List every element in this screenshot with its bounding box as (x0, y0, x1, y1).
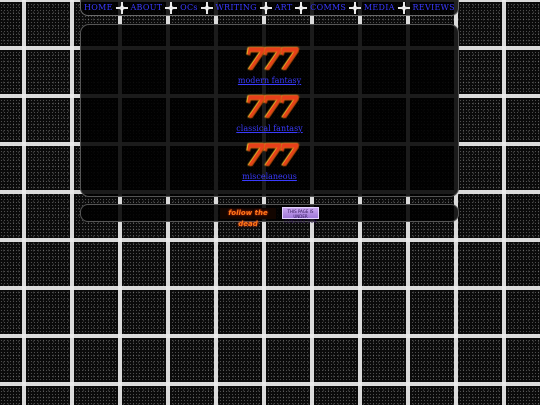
sparkle-icon (349, 1, 362, 14)
sparkle-icon (200, 1, 213, 14)
nav-art-link[interactable]: ART (275, 3, 293, 12)
category-entry: 777 classical fantasy (236, 93, 302, 141)
lucky-777-icon[interactable]: 777 (244, 141, 299, 171)
nav-writing-link[interactable]: WRITING (215, 3, 256, 12)
follow-the-dead-button[interactable]: follow the dead (220, 207, 276, 228)
modern-fantasy-link[interactable]: modern fantasy (238, 76, 301, 85)
nav-reviews-link[interactable]: REVIEWS (412, 3, 454, 12)
top-nav-bar: HOME ABOUT OCs WRITING ART COMMS MEDIA R… (80, 0, 459, 16)
sparkle-icon (295, 1, 308, 14)
nav-ocs-link[interactable]: OCs (180, 3, 198, 12)
sparkle-icon (115, 1, 128, 14)
nav-comms-link[interactable]: COMMS (310, 3, 346, 12)
nav-home-link[interactable]: HOME (84, 3, 113, 12)
under-construction-button[interactable]: THIS PAGE IS UNDER CONSTRUCTION (282, 207, 319, 224)
classical-fantasy-link[interactable]: classical fantasy (236, 124, 302, 133)
sparkle-icon (165, 1, 178, 14)
lucky-777-icon[interactable]: 777 (244, 93, 299, 123)
category-entry: 777 miscelaneous (242, 141, 299, 189)
lucky-777-icon[interactable]: 777 (244, 45, 299, 75)
nav-about-link[interactable]: ABOUT (130, 3, 162, 12)
category-entry: 777 modern fantasy (238, 45, 301, 93)
footer-bar: follow the dead THIS PAGE IS UNDER CONST… (80, 204, 459, 228)
sparkle-icon (397, 1, 410, 14)
miscelaneous-link[interactable]: miscelaneous (242, 172, 297, 181)
content-panel: 777 modern fantasy 777 classical fantasy… (80, 24, 459, 197)
nav-media-link[interactable]: MEDIA (364, 3, 395, 12)
sparkle-icon (259, 1, 272, 14)
